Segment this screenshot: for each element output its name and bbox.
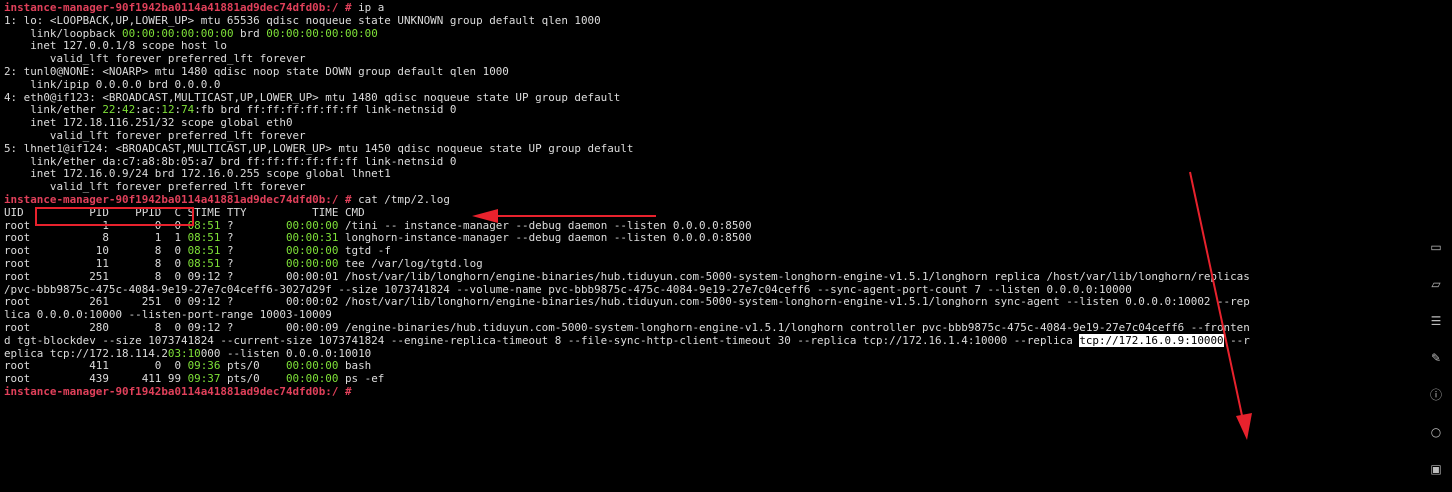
terminal-text: 00:00:00 bbox=[285, 244, 339, 258]
terminal-text: ? bbox=[220, 256, 286, 270]
terminal-text: root 280 8 0 09:12 ? 00:00:09 /engine-bi… bbox=[4, 320, 1250, 334]
terminal-output: instance-manager-90f1942ba0114a41881ad9d… bbox=[0, 0, 1420, 399]
terminal-text: UID PID PPID C STIME TTY TIME CMD bbox=[4, 205, 365, 219]
terminal-text: brd bbox=[233, 26, 267, 40]
folder-icon[interactable]: ▱ bbox=[1429, 277, 1443, 291]
terminal-text: inet 172.18.116.251/32 scope global eth0 bbox=[4, 116, 293, 130]
terminal-text: root 8 1 1 bbox=[4, 231, 188, 245]
terminal-text: pts/0 bbox=[220, 372, 286, 386]
terminal-text: root 251 8 0 09:12 ? 00:00:01 /host/var/… bbox=[4, 269, 1250, 283]
terminal-text: root 439 411 99 bbox=[4, 372, 188, 386]
terminal-text: ps -ef bbox=[338, 372, 385, 386]
terminal-text: 09:37 bbox=[187, 372, 221, 386]
terminal-icon[interactable]: ▭ bbox=[1429, 240, 1443, 254]
side-toolbar: ▭ ▱ ☰ ✎ ⓘ ○ ▣ bbox=[1420, 0, 1452, 492]
edit-icon[interactable]: ✎ bbox=[1429, 351, 1443, 365]
terminal-text: d tgt-blockdev --size 1073741824 --curre… bbox=[4, 333, 1080, 347]
terminal-text: root 1 0 0 bbox=[4, 218, 188, 232]
terminal-text: :fb brd ff:ff:ff:ff:ff:ff link-netnsid 0 bbox=[194, 103, 457, 117]
terminal-text: 00:00:00:00:00:00 bbox=[266, 26, 378, 40]
terminal-text: inet 172.16.0.9/24 brd 172.16.0.255 scop… bbox=[4, 167, 391, 181]
terminal-text: link/ether da:c7:a8:8b:05:a7 brd ff:ff:f… bbox=[4, 154, 457, 168]
terminal-text: 22 bbox=[102, 103, 116, 117]
terminal-text: 2: tunl0@NONE: <NOARP> mtu 1480 qdisc no… bbox=[4, 64, 509, 78]
terminal-text: valid_lft forever preferred_lft forever bbox=[4, 180, 306, 194]
terminal-text: 42 bbox=[122, 103, 136, 117]
terminal-text: pts/0 bbox=[220, 359, 286, 373]
terminal-text: 03:10 bbox=[167, 346, 201, 360]
terminal-text: 00:00:00 bbox=[285, 359, 339, 373]
search-icon[interactable]: ○ bbox=[1429, 425, 1443, 439]
info-icon[interactable]: ⓘ bbox=[1429, 388, 1443, 402]
terminal-text: 08:51 bbox=[187, 231, 221, 245]
selected-text: tcp://172.16.0.9:10000 bbox=[1079, 333, 1224, 347]
terminal-text: 08:51 bbox=[187, 244, 221, 258]
terminal-text: 00:00:00 bbox=[285, 256, 339, 270]
terminal-text: root 11 8 0 bbox=[4, 256, 188, 270]
terminal-text: link/ether bbox=[4, 103, 103, 117]
image-icon[interactable]: ▣ bbox=[1429, 462, 1443, 476]
terminal-text: longhorn-instance-manager --debug daemon… bbox=[338, 231, 752, 245]
terminal-text: 4: eth0@if123: <BROADCAST,MULTICAST,UP,L… bbox=[4, 90, 621, 104]
terminal-text: 1: lo: <LOOPBACK,UP,LOWER_UP> mtu 65536 … bbox=[4, 13, 601, 27]
terminal-text: 000 --listen 0.0.0.0:10010 bbox=[200, 346, 372, 360]
terminal-text: /pvc-bbb9875c-475c-4084-9e19-27e7c04ceff… bbox=[4, 282, 1132, 296]
terminal-text: ? bbox=[220, 231, 286, 245]
terminal-text: ip a bbox=[358, 1, 385, 14]
terminal-text: 00:00:31 bbox=[285, 231, 339, 245]
terminal-text: 12 bbox=[161, 103, 175, 117]
terminal-text: link/loopback bbox=[4, 26, 123, 40]
terminal-text: 00:00:00 bbox=[285, 372, 339, 386]
terminal-text: 08:51 bbox=[187, 256, 221, 270]
terminal-text: root 10 8 0 bbox=[4, 244, 188, 258]
terminal-text: root 261 251 0 09:12 ? 00:00:02 /host/va… bbox=[4, 295, 1250, 309]
terminal-text: --r bbox=[1223, 333, 1250, 347]
terminal-text: root 411 0 0 bbox=[4, 359, 188, 373]
terminal-text: tgtd -f bbox=[338, 244, 391, 258]
terminal-text: inet 127.0.0.1/8 scope host lo bbox=[4, 39, 227, 53]
terminal-text: 00:00:00 bbox=[285, 218, 339, 232]
terminal-text: 00:00:00:00:00:00 bbox=[122, 26, 234, 40]
terminal-text: tee /var/log/tgtd.log bbox=[338, 256, 483, 270]
terminal-window[interactable]: instance-manager-90f1942ba0114a41881ad9d… bbox=[0, 0, 1420, 492]
terminal-line: instance-manager-90f1942ba0114a41881ad9d… bbox=[4, 384, 1420, 399]
terminal-text: 74 bbox=[181, 103, 195, 117]
terminal-text: lica 0.0.0.0:10000 --listen-port-range 1… bbox=[4, 308, 332, 322]
terminal-text: 08:51 bbox=[187, 218, 221, 232]
terminal-text: valid_lft forever preferred_lft forever bbox=[4, 52, 306, 66]
shell-prompt: instance-manager-90f1942ba0114a41881ad9d… bbox=[4, 384, 359, 398]
terminal-text: :ac: bbox=[135, 103, 162, 117]
terminal-text: /tini -- instance-manager --debug daemon… bbox=[338, 218, 752, 232]
terminal-text: bash bbox=[338, 359, 372, 373]
terminal-text: valid_lft forever preferred_lft forever bbox=[4, 128, 306, 142]
shell-prompt: instance-manager-90f1942ba0114a41881ad9d… bbox=[4, 1, 359, 14]
terminal-text: cat /tmp/2.log bbox=[358, 192, 450, 206]
terminal-text: eplica tcp://172.18.114.2 bbox=[4, 346, 168, 360]
terminal-text: 09:36 bbox=[187, 359, 221, 373]
terminal-text: ? bbox=[220, 218, 286, 232]
list-icon[interactable]: ☰ bbox=[1429, 314, 1443, 328]
terminal-text: ? bbox=[220, 244, 286, 258]
shell-prompt: instance-manager-90f1942ba0114a41881ad9d… bbox=[4, 192, 359, 206]
terminal-text: link/ipip 0.0.0.0 brd 0.0.0.0 bbox=[4, 77, 221, 91]
terminal-text: 5: lhnet1@if124: <BROADCAST,MULTICAST,UP… bbox=[4, 141, 634, 155]
